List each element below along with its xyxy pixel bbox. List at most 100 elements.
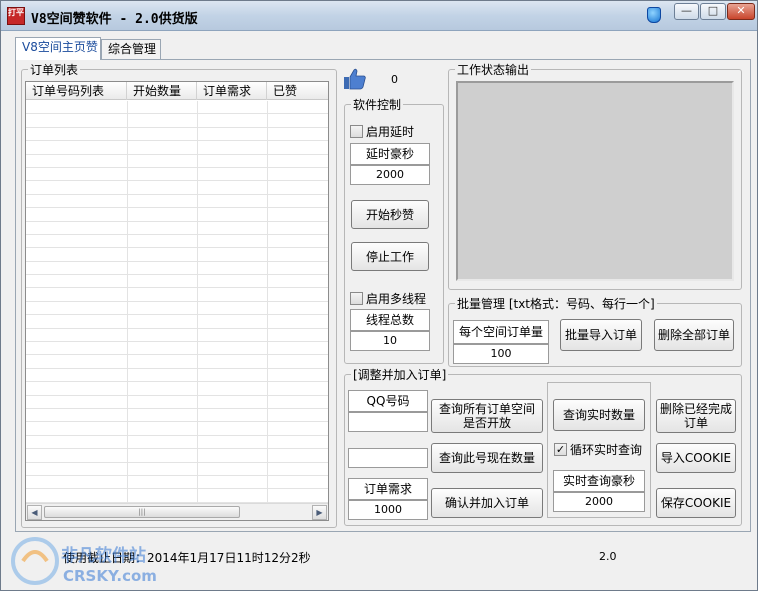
table-row[interactable] xyxy=(26,436,328,450)
table-row[interactable] xyxy=(26,463,328,476)
loop-query-checkbox[interactable]: ✓ 循环实时查询 xyxy=(554,441,642,458)
version-text: 2.0 xyxy=(599,550,617,563)
order-demand-input[interactable]: 1000 xyxy=(348,500,428,520)
table-row[interactable] xyxy=(26,262,328,276)
scroll-left-icon[interactable]: ◀ xyxy=(27,505,42,520)
delete-completed-orders-button[interactable]: 删除已经完成订单 xyxy=(656,399,736,433)
table-row[interactable] xyxy=(26,315,328,329)
table-row[interactable] xyxy=(26,141,328,155)
delay-checkbox-box[interactable] xyxy=(350,125,363,138)
table-row[interactable] xyxy=(26,489,328,503)
realtime-ms-label: 实时查询豪秒 xyxy=(553,470,645,492)
table-row[interactable] xyxy=(26,355,328,369)
horizontal-scrollbar[interactable]: ◀ ||| ▶ xyxy=(26,503,328,520)
table-row[interactable] xyxy=(26,128,328,142)
loop-query-checkbox-label: 循环实时查询 xyxy=(570,443,643,457)
delete-all-orders-button[interactable]: 删除全部订单 xyxy=(654,319,734,351)
table-row[interactable] xyxy=(26,409,328,423)
tab-management[interactable]: 综合管理 xyxy=(101,39,161,59)
multithread-checkbox-box[interactable] xyxy=(350,292,363,305)
delay-checkbox-label: 启用延时 xyxy=(366,125,415,139)
table-row[interactable] xyxy=(26,208,328,222)
query-all-open-button[interactable]: 查询所有订单空间是否开放 xyxy=(431,399,543,433)
order-listview[interactable]: 订单号码列表 开始数量 订单需求 已赞 ◀ ||| ▶ xyxy=(25,81,329,521)
table-row[interactable] xyxy=(26,275,328,289)
delay-ms-label: 延时豪秒 xyxy=(350,143,430,165)
app-window: 打平 V8空间赞软件 - 2.0供货版 — □ ✕ V8空间主页赞 综合管理 订… xyxy=(0,0,758,591)
batch-label: 批量管理 [txt格式：号码、每行一个] xyxy=(455,295,657,312)
title-cn: 空间赞软件 xyxy=(46,12,112,27)
title-bar[interactable]: 打平 V8空间赞软件 - 2.0供货版 — □ ✕ xyxy=(1,1,757,31)
title-suffix: - 2.0供货版 xyxy=(111,12,198,27)
like-count: 0 xyxy=(391,73,398,86)
table-row[interactable] xyxy=(26,195,328,209)
order-list-label: 订单列表 xyxy=(28,61,81,78)
table-row[interactable] xyxy=(26,235,328,249)
app-logo-text: 打平 xyxy=(8,8,24,17)
query-current-count-button[interactable]: 查询此号现在数量 xyxy=(431,443,543,473)
scroll-thumb[interactable]: ||| xyxy=(44,506,240,518)
work-status-output[interactable] xyxy=(456,81,734,281)
skin-icon[interactable] xyxy=(647,7,661,23)
current-count-input[interactable] xyxy=(348,448,428,468)
table-row[interactable] xyxy=(26,288,328,302)
batch-import-button[interactable]: 批量导入订单 xyxy=(560,319,642,351)
table-row[interactable] xyxy=(26,396,328,409)
app-logo-icon: 打平 xyxy=(7,7,25,25)
col-liked[interactable]: 已赞 xyxy=(267,82,328,100)
thread-count-label: 线程总数 xyxy=(350,309,430,331)
table-row[interactable] xyxy=(26,329,328,343)
delay-ms-input[interactable]: 2000 xyxy=(350,165,430,185)
listview-header: 订单号码列表 开始数量 订单需求 已赞 xyxy=(26,82,328,100)
table-row[interactable] xyxy=(26,369,328,383)
table-row[interactable] xyxy=(26,168,328,182)
save-cookie-button[interactable]: 保存COOKIE xyxy=(656,488,736,518)
table-row[interactable] xyxy=(26,222,328,235)
import-cookie-button[interactable]: 导入COOKIE xyxy=(656,443,736,473)
per-space-input[interactable]: 100 xyxy=(453,344,549,364)
table-row[interactable] xyxy=(26,449,328,463)
close-button[interactable]: ✕ xyxy=(727,3,755,20)
start-like-button[interactable]: 开始秒赞 xyxy=(351,200,429,229)
title-prefix: V8 xyxy=(31,12,47,27)
delay-checkbox[interactable]: 启用延时 xyxy=(350,123,414,140)
work-status-label: 工作状态输出 xyxy=(455,61,532,78)
multithread-checkbox-label: 启用多线程 xyxy=(366,292,427,306)
qq-number-input[interactable] xyxy=(348,412,428,432)
thread-count-input[interactable]: 10 xyxy=(350,331,430,351)
table-row[interactable] xyxy=(26,248,328,262)
minimize-button[interactable]: — xyxy=(674,3,699,20)
table-row[interactable] xyxy=(26,382,328,396)
col-order-numbers[interactable]: 订单号码列表 xyxy=(26,82,127,100)
qq-number-label: QQ号码 xyxy=(348,390,428,412)
realtime-query-button[interactable]: 查询实时数量 xyxy=(553,399,645,431)
table-row[interactable] xyxy=(26,302,328,316)
col-start-count[interactable]: 开始数量 xyxy=(127,82,197,100)
maximize-button[interactable]: □ xyxy=(700,3,726,20)
multithread-checkbox[interactable]: 启用多线程 xyxy=(350,290,426,307)
table-row[interactable] xyxy=(26,342,328,356)
software-control-label: 软件控制 xyxy=(351,96,404,113)
col-order-demand[interactable]: 订单需求 xyxy=(197,82,267,100)
loop-query-checkbox-box[interactable]: ✓ xyxy=(554,443,567,456)
tab-main[interactable]: V8空间主页赞 xyxy=(15,37,101,60)
order-demand-label: 订单需求 xyxy=(348,478,428,500)
per-space-label: 每个空间订单量 xyxy=(453,320,549,344)
window-title: V8空间赞软件 - 2.0供货版 xyxy=(31,8,198,27)
table-row[interactable] xyxy=(26,181,328,195)
table-row[interactable] xyxy=(26,155,328,168)
table-row[interactable] xyxy=(26,422,328,436)
adjust-label: [调整并加入订单] xyxy=(351,366,449,383)
crsky-watermark-logo: 非凡软件站 CRSKY.com xyxy=(11,537,157,585)
thumbs-up-icon[interactable] xyxy=(343,67,367,91)
table-row[interactable] xyxy=(26,114,328,128)
confirm-add-order-button[interactable]: 确认并加入订单 xyxy=(431,488,543,518)
listview-rows xyxy=(26,101,328,503)
table-row[interactable] xyxy=(26,101,328,115)
table-row[interactable] xyxy=(26,476,328,490)
watermark-en: CRSKY.com xyxy=(63,567,157,585)
stop-work-button[interactable]: 停止工作 xyxy=(351,242,429,271)
realtime-ms-input[interactable]: 2000 xyxy=(553,492,645,512)
scroll-right-icon[interactable]: ▶ xyxy=(312,505,327,520)
watermark-cn: 非凡软件站 xyxy=(61,545,146,566)
